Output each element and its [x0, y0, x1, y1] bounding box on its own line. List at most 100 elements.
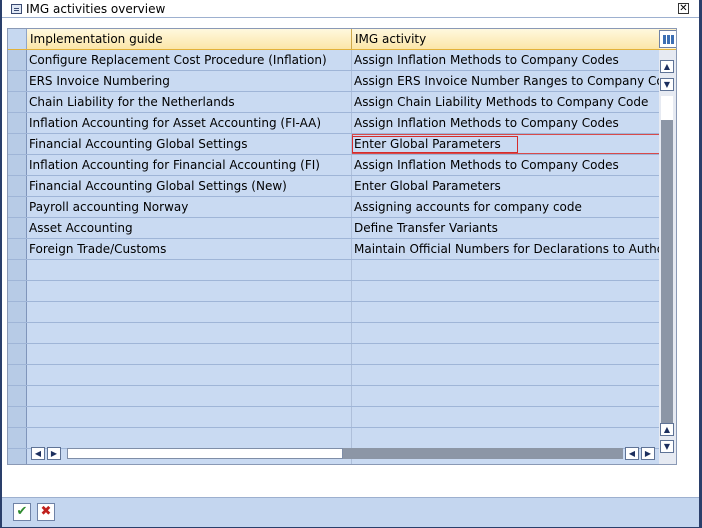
- img-activity-cell[interactable]: [352, 260, 660, 280]
- highlighted-activity-text[interactable]: Enter Global Parameters: [352, 136, 518, 153]
- table-row[interactable]: [8, 281, 660, 302]
- table-row[interactable]: Financial Accounting Global Settings (Ne…: [8, 176, 660, 197]
- implementation-guide-cell: Financial Accounting Global Settings (Ne…: [27, 176, 352, 196]
- scroll-up-bottom-icon[interactable]: ▲: [660, 423, 674, 436]
- scroll-track: [661, 96, 673, 120]
- table-row[interactable]: ERS Invoice Numbering Assign ERS Invoice …: [8, 71, 660, 92]
- implementation-guide-cell: Chain Liability for the Netherlands: [27, 92, 352, 112]
- vertical-scroll-thumb[interactable]: [661, 120, 673, 430]
- vertical-scrollbar[interactable]: ▲ ▼ ▲ ▼: [659, 50, 676, 464]
- row-selector[interactable]: [8, 407, 27, 427]
- implementation-guide-cell: Configure Replacement Cost Procedure (In…: [27, 50, 352, 70]
- scroll-left-end-icon[interactable]: ◀: [625, 447, 639, 460]
- column-header-img-activity[interactable]: IMG activity: [352, 29, 659, 49]
- horizontal-scroll-track: [343, 448, 623, 459]
- row-selector[interactable]: [8, 50, 27, 70]
- img-activity-cell[interactable]: Maintain Official Numbers for Declaratio…: [352, 239, 660, 259]
- img-activity-cell[interactable]: Assign Inflation Methods to Company Code…: [352, 113, 660, 133]
- implementation-guide-cell: [27, 365, 352, 385]
- img-activity-cell[interactable]: [352, 365, 660, 385]
- img-activity-cell[interactable]: Define Transfer Variants: [352, 218, 660, 238]
- table-row[interactable]: Configure Replacement Cost Procedure (In…: [8, 50, 660, 71]
- img-activity-cell[interactable]: Enter Global Parameters: [352, 134, 660, 154]
- table-row[interactable]: Asset Accounting Define Transfer Variants: [8, 218, 660, 239]
- table-row[interactable]: [8, 344, 660, 365]
- table-row[interactable]: [8, 260, 660, 281]
- table-body: Configure Replacement Cost Procedure (In…: [8, 50, 660, 464]
- implementation-guide-cell: [27, 323, 352, 343]
- row-selector[interactable]: [8, 281, 27, 301]
- column-header-implementation-guide[interactable]: Implementation guide: [27, 29, 352, 49]
- table-row[interactable]: [8, 365, 660, 386]
- implementation-guide-cell: Inflation Accounting for Asset Accountin…: [27, 113, 352, 133]
- img-activity-cell[interactable]: [352, 302, 660, 322]
- horizontal-scroll-thumb[interactable]: [67, 448, 343, 459]
- img-activity-cell[interactable]: Assign Inflation Methods to Company Code…: [352, 155, 660, 175]
- scroll-up-icon[interactable]: ▲: [660, 60, 674, 73]
- dialog-footer: ✔ ✖: [2, 497, 699, 527]
- table-header: Implementation guide IMG activity: [8, 29, 676, 50]
- table-row[interactable]: Inflation Accounting for Financial Accou…: [8, 155, 660, 176]
- row-selector[interactable]: [8, 92, 27, 112]
- table-row[interactable]: [8, 302, 660, 323]
- table-row[interactable]: [8, 407, 660, 428]
- scroll-right-icon[interactable]: ▶: [641, 447, 655, 460]
- table-row[interactable]: [8, 323, 660, 344]
- row-selector[interactable]: [8, 239, 27, 259]
- img-activity-cell[interactable]: [352, 281, 660, 301]
- implementation-guide-cell: Financial Accounting Global Settings: [27, 134, 352, 154]
- activities-table: Implementation guide IMG activity Config…: [7, 28, 677, 465]
- implementation-guide-cell: Inflation Accounting for Financial Accou…: [27, 155, 352, 175]
- row-selector[interactable]: [8, 365, 27, 385]
- row-selector[interactable]: [8, 218, 27, 238]
- row-selector[interactable]: [8, 302, 27, 322]
- img-activity-cell[interactable]: Assigning accounts for company code: [352, 197, 660, 217]
- table-row[interactable]: Foreign Trade/Customs Maintain Official N…: [8, 239, 660, 260]
- scroll-down-small-icon[interactable]: ▼: [660, 78, 674, 91]
- row-selector[interactable]: [8, 428, 27, 448]
- table-row[interactable]: Payroll accounting Norway Assigning accou…: [8, 197, 660, 218]
- img-activity-cell[interactable]: [352, 428, 660, 448]
- row-selector[interactable]: [8, 71, 27, 91]
- confirm-check-icon[interactable]: ✔: [13, 503, 31, 521]
- img-activity-cell[interactable]: [352, 407, 660, 427]
- row-selector[interactable]: [8, 176, 27, 196]
- close-button[interactable]: ✕: [678, 3, 689, 14]
- row-selector[interactable]: [8, 113, 27, 133]
- img-activity-cell[interactable]: Enter Global Parameters: [352, 176, 660, 196]
- row-selector[interactable]: [8, 386, 27, 406]
- row-selector[interactable]: [8, 197, 27, 217]
- table-row[interactable]: Financial Accounting Global Settings Ente…: [8, 134, 660, 155]
- table-row[interactable]: Inflation Accounting for Asset Accountin…: [8, 113, 660, 134]
- table-row[interactable]: [8, 428, 660, 449]
- row-selector[interactable]: [8, 323, 27, 343]
- cancel-x-icon[interactable]: ✖: [37, 503, 55, 521]
- img-activity-cell[interactable]: [352, 344, 660, 364]
- row-selector[interactable]: [8, 344, 27, 364]
- horizontal-scrollbar[interactable]: ◀ ▶ ◀ ▶: [27, 447, 661, 461]
- dialog-content: Implementation guide IMG activity Config…: [2, 18, 699, 497]
- row-selector[interactable]: [8, 134, 27, 154]
- select-all-cell[interactable]: [8, 29, 27, 49]
- title-bar: IMG activities overview ✕: [2, 0, 699, 18]
- implementation-guide-cell: [27, 260, 352, 280]
- img-activity-cell[interactable]: Assign ERS Invoice Number Ranges to Comp…: [352, 71, 660, 91]
- img-activity-cell[interactable]: [352, 386, 660, 406]
- table-row[interactable]: Chain Liability for the Netherlands Assig…: [8, 92, 660, 113]
- implementation-guide-cell: [27, 281, 352, 301]
- table-row[interactable]: [8, 386, 660, 407]
- scroll-left-icon[interactable]: ◀: [31, 447, 45, 460]
- img-activity-cell[interactable]: [352, 323, 660, 343]
- row-selector[interactable]: [8, 155, 27, 175]
- row-selector[interactable]: [8, 260, 27, 280]
- window-title: IMG activities overview: [26, 1, 166, 16]
- img-activity-cell[interactable]: Assign Inflation Methods to Company Code…: [352, 50, 660, 70]
- table-settings-icon[interactable]: [659, 30, 676, 48]
- scroll-right-small-icon[interactable]: ▶: [47, 447, 61, 460]
- row-selector[interactable]: [8, 449, 27, 464]
- img-activity-cell[interactable]: Assign Chain Liability Methods to Compan…: [352, 92, 660, 112]
- implementation-guide-cell: ERS Invoice Numbering: [27, 71, 352, 91]
- implementation-guide-cell: [27, 407, 352, 427]
- implementation-guide-cell: Foreign Trade/Customs: [27, 239, 352, 259]
- scroll-down-icon[interactable]: ▼: [660, 440, 674, 453]
